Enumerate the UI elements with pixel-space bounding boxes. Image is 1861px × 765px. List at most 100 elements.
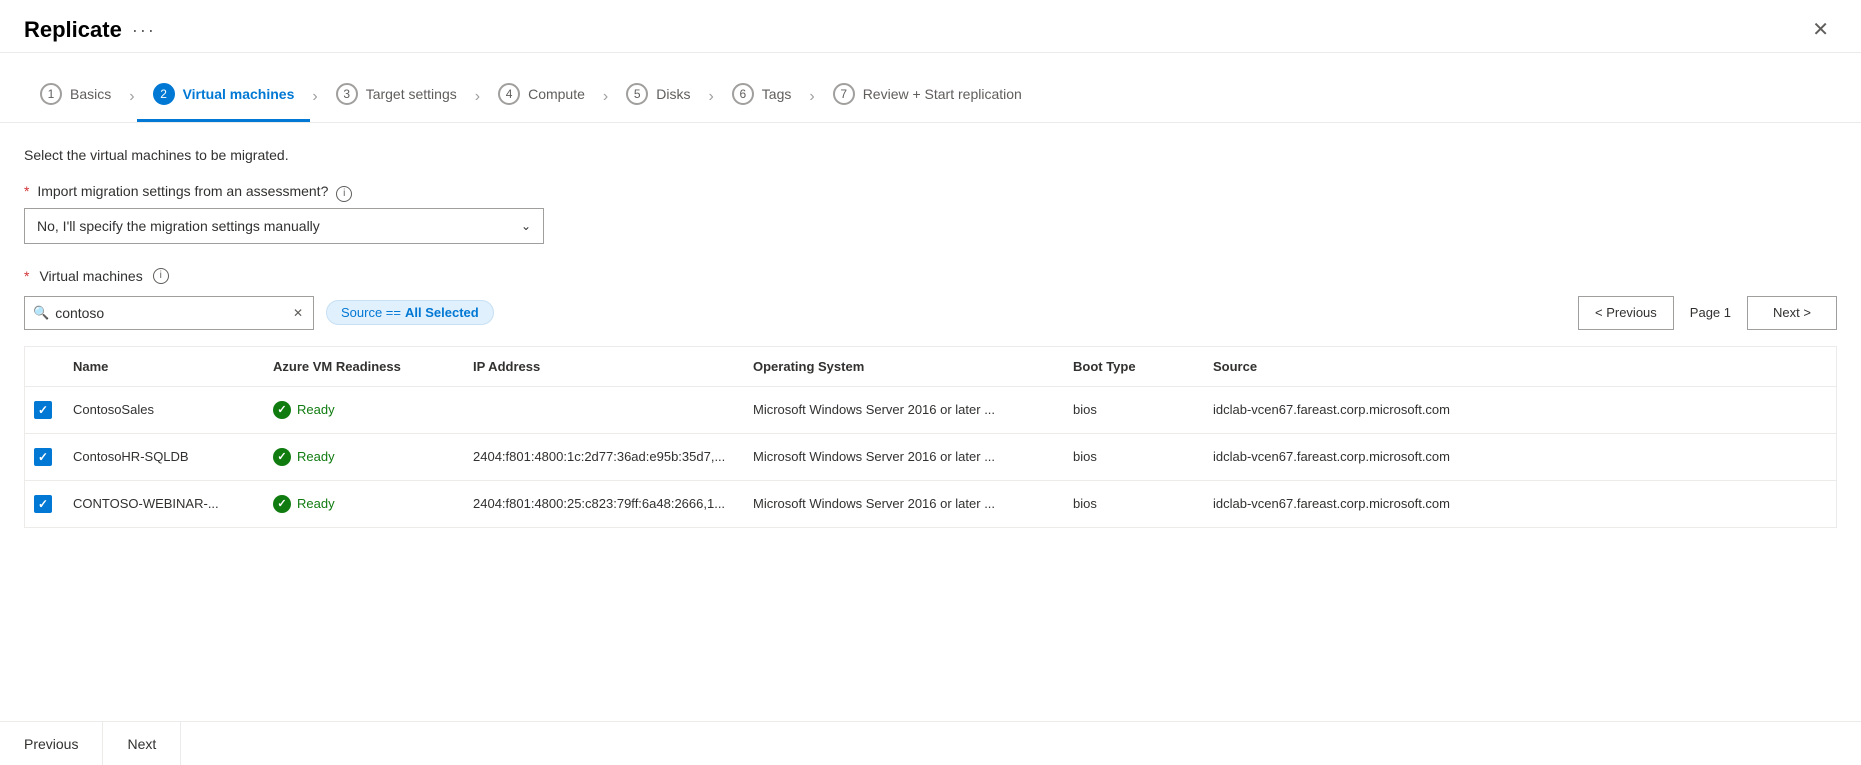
step-virtual-machines[interactable]: 2 Virtual machines: [137, 71, 311, 122]
step-tags[interactable]: 6 Tags: [716, 71, 808, 122]
step-4-circle: 4: [498, 83, 520, 105]
filter-value: All Selected: [405, 305, 479, 320]
row-3-checkbox-cell[interactable]: [25, 491, 61, 517]
step-sep-2: ›: [312, 88, 317, 106]
step-6-label: Tags: [762, 86, 792, 102]
pagination-row: < Previous Page 1 Next >: [1578, 296, 1837, 330]
col-header-readiness[interactable]: Azure VM Readiness: [261, 355, 461, 378]
main-content: Select the virtual machines to be migrat…: [0, 123, 1861, 528]
row-1-readiness-badge: ✓ Ready: [273, 401, 449, 419]
step-2-circle: 2: [153, 83, 175, 105]
col-header-checkbox: [25, 355, 61, 378]
filter-badge[interactable]: Source == All Selected: [326, 300, 494, 325]
step-compute[interactable]: 4 Compute: [482, 71, 601, 122]
table-row: CONTOSO-WEBINAR-... ✓ Ready 2404:f801:48…: [25, 481, 1836, 527]
row-2-readiness-badge: ✓ Ready: [273, 448, 449, 466]
chevron-down-icon: ⌄: [521, 219, 531, 233]
import-section: * Import migration settings from an asse…: [24, 183, 1837, 244]
page-subtitle: Select the virtual machines to be migrat…: [24, 147, 1837, 163]
step-1-label: Basics: [70, 86, 111, 102]
row-2-checkbox-cell[interactable]: [25, 444, 61, 470]
step-basics[interactable]: 1 Basics: [24, 71, 127, 122]
row-3-os: Microsoft Windows Server 2016 or later .…: [741, 492, 1061, 515]
col-header-name[interactable]: Name: [61, 355, 261, 378]
import-dropdown[interactable]: No, I'll specify the migration settings …: [24, 208, 544, 244]
row-3-boot: bios: [1061, 492, 1201, 515]
row-3-ready-text: Ready: [297, 496, 335, 511]
vm-label-row: * Virtual machines i: [24, 268, 1837, 284]
step-review[interactable]: 7 Review + Start replication: [817, 71, 1038, 122]
more-options-icon[interactable]: ···: [132, 20, 156, 41]
next-page-button[interactable]: Next >: [1747, 296, 1837, 330]
footer: Previous Next: [0, 721, 1861, 765]
title-left: Replicate ···: [24, 17, 156, 43]
row-2-ready-text: Ready: [297, 449, 335, 464]
footer-previous-button[interactable]: Previous: [0, 722, 103, 765]
col-header-source[interactable]: Source: [1201, 355, 1836, 378]
row-1-checkbox-cell[interactable]: [25, 397, 61, 423]
step-5-label: Disks: [656, 86, 690, 102]
step-sep-1: ›: [129, 88, 134, 106]
ready-icon: ✓: [273, 448, 291, 466]
search-filter-row: 🔍 ✕ Source == All Selected < Previous Pa…: [24, 296, 1837, 330]
import-info-icon[interactable]: i: [336, 186, 352, 202]
row-1-name: ContosoSales: [61, 398, 261, 421]
row-2-boot: bios: [1061, 445, 1201, 468]
table-row: ContosoHR-SQLDB ✓ Ready 2404:f801:4800:1…: [25, 434, 1836, 481]
search-clear-icon[interactable]: ✕: [291, 304, 305, 322]
prev-page-button[interactable]: < Previous: [1578, 296, 1674, 330]
vm-required-star: *: [24, 268, 29, 284]
vm-table: Name Azure VM Readiness IP Address Opera…: [24, 346, 1837, 528]
row-1-checkbox[interactable]: [34, 401, 52, 419]
row-1-ready-text: Ready: [297, 402, 335, 417]
col-header-os[interactable]: Operating System: [741, 355, 1061, 378]
row-1-boot: bios: [1061, 398, 1201, 421]
search-input[interactable]: [55, 305, 291, 321]
table-row: ContosoSales ✓ Ready Microsoft Windows S…: [25, 387, 1836, 434]
step-sep-5: ›: [708, 88, 713, 106]
row-2-checkbox[interactable]: [34, 448, 52, 466]
title-bar: Replicate ··· ✕: [0, 0, 1861, 53]
close-button[interactable]: ✕: [1804, 16, 1837, 44]
step-sep-4: ›: [603, 88, 608, 106]
step-3-circle: 3: [336, 83, 358, 105]
step-sep-3: ›: [475, 88, 480, 106]
row-1-readiness: ✓ Ready: [261, 397, 461, 423]
import-field-label: Import migration settings from an assess…: [37, 183, 328, 199]
col-header-ip[interactable]: IP Address: [461, 355, 741, 378]
import-label-row: * Import migration settings from an asse…: [24, 183, 1837, 202]
row-1-source: idclab-vcen67.fareast.corp.microsoft.com: [1201, 398, 1836, 421]
page-number: Page 1: [1682, 305, 1739, 320]
row-2-readiness: ✓ Ready: [261, 444, 461, 470]
vm-section-label: Virtual machines: [39, 268, 142, 284]
import-dropdown-value: No, I'll specify the migration settings …: [37, 218, 320, 234]
vm-info-icon[interactable]: i: [153, 268, 169, 284]
row-1-ip: [461, 406, 741, 414]
row-2-source: idclab-vcen67.fareast.corp.microsoft.com: [1201, 445, 1836, 468]
footer-next-button[interactable]: Next: [103, 722, 181, 765]
row-3-readiness-badge: ✓ Ready: [273, 495, 449, 513]
step-3-label: Target settings: [366, 86, 457, 102]
step-target-settings[interactable]: 3 Target settings: [320, 71, 473, 122]
step-disks[interactable]: 5 Disks: [610, 71, 706, 122]
filter-label: Source ==: [341, 305, 401, 320]
search-icon: 🔍: [33, 305, 49, 321]
step-7-circle: 7: [833, 83, 855, 105]
ready-icon: ✓: [273, 495, 291, 513]
row-3-name: CONTOSO-WEBINAR-...: [61, 492, 261, 515]
vm-section: * Virtual machines i 🔍 ✕ Source == All S…: [24, 268, 1837, 528]
step-6-circle: 6: [732, 83, 754, 105]
row-3-source: idclab-vcen67.fareast.corp.microsoft.com: [1201, 492, 1836, 515]
page-title: Replicate: [24, 17, 122, 43]
row-3-readiness: ✓ Ready: [261, 491, 461, 517]
step-1-circle: 1: [40, 83, 62, 105]
row-3-checkbox[interactable]: [34, 495, 52, 513]
step-5-circle: 5: [626, 83, 648, 105]
step-7-label: Review + Start replication: [863, 86, 1022, 102]
col-header-boot[interactable]: Boot Type: [1061, 355, 1201, 378]
row-2-ip: 2404:f801:4800:1c:2d77:36ad:e95b:35d7,..…: [461, 445, 741, 468]
step-2-label: Virtual machines: [183, 86, 295, 102]
wizard-steps: 1 Basics › 2 Virtual machines › 3 Target…: [0, 53, 1861, 123]
search-box[interactable]: 🔍 ✕: [24, 296, 314, 330]
import-required-star: *: [24, 183, 29, 199]
